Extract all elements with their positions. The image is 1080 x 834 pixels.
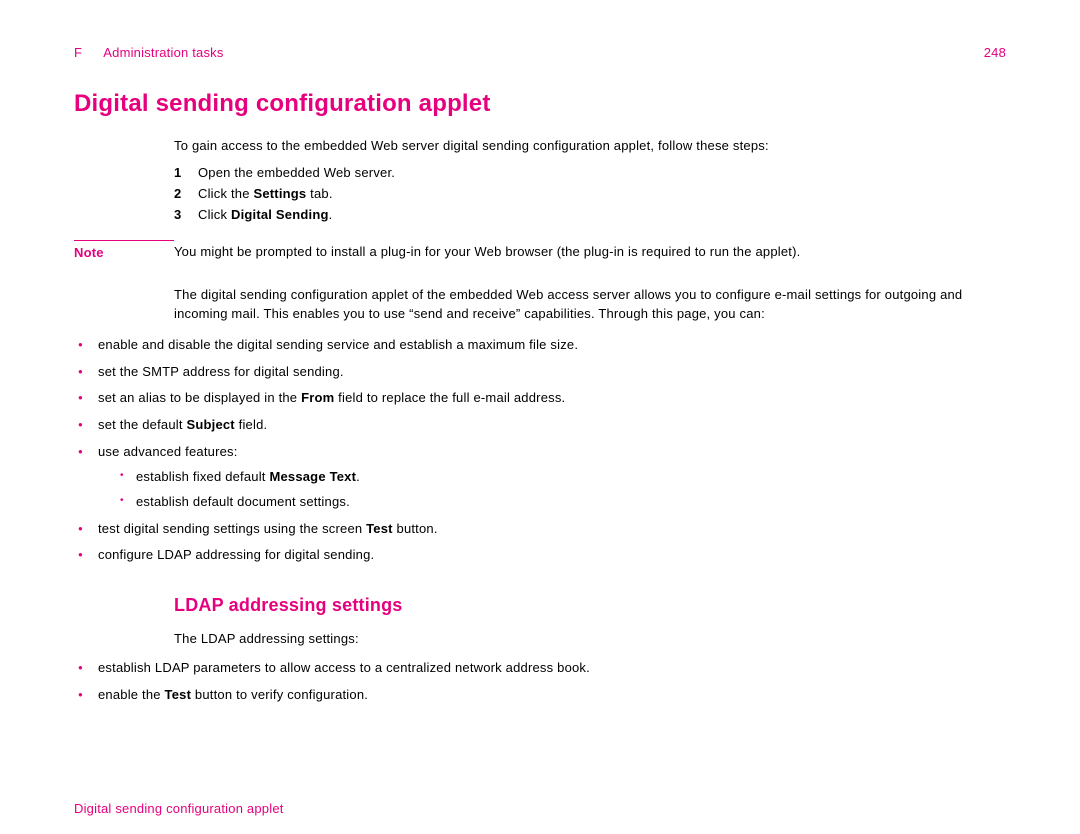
note-block: Note You might be prompted to install a … (74, 240, 1006, 260)
step-2: 2 Click the Settings tab. (174, 186, 1006, 201)
list-item: establish default document settings. (116, 493, 1006, 512)
step-3: 3 Click Digital Sending. (174, 207, 1006, 222)
intro-text: To gain access to the embedded Web serve… (174, 138, 1006, 153)
steps-list: 1 Open the embedded Web server. 2 Click … (174, 165, 1006, 222)
sub-list: establish fixed default Message Text. es… (116, 468, 1006, 512)
note-label: Note (74, 240, 174, 260)
list-item: set the SMTP address for digital sending… (74, 363, 1006, 382)
step-number: 2 (174, 186, 198, 201)
paragraph: The LDAP addressing settings: (174, 630, 1006, 649)
step-number: 3 (174, 207, 198, 222)
page: F Administration tasks 248 Digital sendi… (0, 0, 1080, 834)
list-item: enable and disable the digital sending s… (74, 336, 1006, 355)
step-text: Open the embedded Web server. (198, 165, 395, 180)
list-item: use advanced features: establish fixed d… (74, 443, 1006, 512)
list-item: establish fixed default Message Text. (116, 468, 1006, 487)
list-item: test digital sending settings using the … (74, 520, 1006, 539)
footer-text: Digital sending configuration applet (74, 801, 284, 816)
list-item: enable the Test button to verify configu… (74, 686, 1006, 705)
heading-1: Digital sending configuration applet (74, 90, 1006, 118)
list-item: set an alias to be displayed in the From… (74, 389, 1006, 408)
page-header: F Administration tasks 248 (74, 45, 1006, 60)
bullet-list-2: establish LDAP parameters to allow acces… (74, 659, 1006, 705)
header-left: F Administration tasks (74, 45, 224, 60)
bullet-list-1: enable and disable the digital sending s… (74, 336, 1006, 566)
heading-2: LDAP addressing settings (174, 595, 1006, 616)
note-text: You might be prompted to install a plug-… (174, 240, 800, 260)
list-item: configure LDAP addressing for digital se… (74, 546, 1006, 565)
list-item: set the default Subject field. (74, 416, 1006, 435)
list-item: establish LDAP parameters to allow acces… (74, 659, 1006, 678)
paragraph: The digital sending configuration applet… (174, 286, 1006, 324)
header-section: Administration tasks (103, 45, 223, 60)
step-text: Click the Settings tab. (198, 186, 333, 201)
header-letter: F (74, 45, 82, 60)
step-1: 1 Open the embedded Web server. (174, 165, 1006, 180)
step-number: 1 (174, 165, 198, 180)
step-text: Click Digital Sending. (198, 207, 332, 222)
header-page-number: 248 (984, 45, 1006, 60)
